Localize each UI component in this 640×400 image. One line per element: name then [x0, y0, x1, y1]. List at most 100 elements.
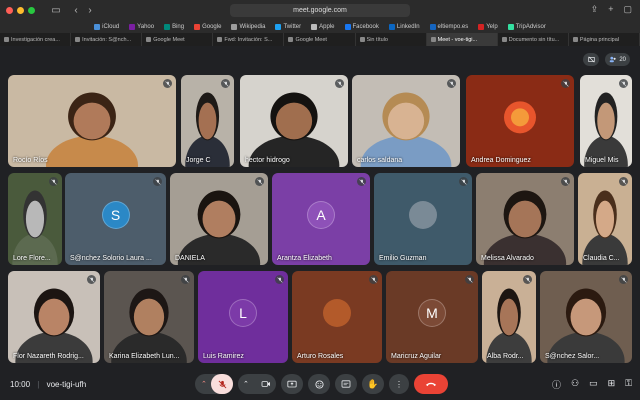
- participant-tile[interactable]: Lore Flore...: [8, 173, 62, 265]
- hide-tile-button[interactable]: [583, 53, 600, 66]
- bookmark-item[interactable]: Bing: [164, 23, 185, 30]
- more-options-button[interactable]: ⋮: [389, 374, 409, 394]
- participant-tile[interactable]: Alba Rodr...: [482, 271, 536, 363]
- sidebar-toggle-icon[interactable]: ▭: [49, 3, 63, 17]
- muted-indicator: [619, 177, 628, 186]
- close-window-button[interactable]: [6, 6, 13, 14]
- participant-tile[interactable]: M Maricruz Aguilar: [386, 271, 478, 363]
- muted-indicator: [619, 275, 628, 284]
- mic-off-icon: [182, 276, 189, 283]
- raise-hand-button[interactable]: ✋: [362, 374, 384, 394]
- present-button[interactable]: [281, 374, 303, 394]
- participant-tile[interactable]: S@nchez Salor...: [540, 271, 632, 363]
- tab-overview-icon[interactable]: ▢: [623, 4, 632, 15]
- participant-tile[interactable]: Andrea Dominguez: [466, 75, 574, 167]
- bookmark-item[interactable]: LinkedIn: [388, 23, 420, 30]
- people-icon: [610, 56, 616, 63]
- share-icon[interactable]: ⇪: [591, 4, 599, 15]
- participants-badge[interactable]: 20: [605, 53, 630, 66]
- browser-tab[interactable]: Investigación crea...: [0, 33, 72, 46]
- bookmark-item[interactable]: Twitter: [275, 23, 301, 30]
- participant-video: [177, 190, 261, 265]
- browser-tab[interactable]: Sin título: [356, 33, 427, 46]
- participant-tile[interactable]: Miguel Mis: [580, 75, 632, 167]
- browser-tab[interactable]: Google Meet: [284, 33, 356, 46]
- participant-tile[interactable]: Jorge C: [181, 75, 234, 167]
- meeting-details-icon[interactable]: ⓘ: [552, 378, 561, 391]
- host-controls-icon[interactable]: ⚿: [625, 378, 632, 391]
- bookmark-icon: [194, 23, 201, 30]
- browser-tab[interactable]: Google Meet: [142, 33, 214, 46]
- activities-icon[interactable]: ⊞: [608, 378, 616, 391]
- bookmark-item[interactable]: Yelp: [478, 23, 498, 30]
- meeting-code: voe-tigi-ufh: [46, 380, 87, 389]
- tab-label: Meet - voe-tigi...: [437, 36, 478, 43]
- participant-tile[interactable]: Flor Nazareth Rodrig...: [8, 271, 100, 363]
- microphone-button[interactable]: [211, 374, 233, 394]
- participant-tile[interactable]: Arturo Rosales: [292, 271, 382, 363]
- mic-off-icon: [50, 178, 57, 185]
- minimize-window-button[interactable]: [17, 6, 24, 14]
- participant-tile[interactable]: carlos saldana: [352, 75, 460, 167]
- bookmark-icon: [275, 23, 282, 30]
- browser-tab[interactable]: Página principal: [569, 33, 640, 46]
- maximize-window-button[interactable]: [28, 6, 35, 14]
- bookmark-icon: [129, 23, 136, 30]
- participant-tile[interactable]: Melissa Alvarado: [476, 173, 574, 265]
- bookmark-item[interactable]: Facebook: [344, 23, 379, 30]
- bookmark-label: Bing: [172, 23, 185, 30]
- participant-tile[interactable]: DANIELA: [170, 173, 268, 265]
- captions-icon: [341, 380, 351, 388]
- people-panel-icon[interactable]: ⚇: [571, 378, 579, 391]
- participant-avatar: [409, 201, 437, 230]
- bookmark-item[interactable]: Wikipedia: [231, 23, 265, 30]
- participant-name: Miguel Mis: [585, 157, 619, 164]
- back-icon[interactable]: ‹: [69, 3, 83, 17]
- participant-tile[interactable]: S S@nchez Solorio Laura ...: [65, 173, 166, 265]
- participant-video: [46, 92, 138, 167]
- browser-tab[interactable]: Invitación: S@nch...: [71, 33, 143, 46]
- forward-icon[interactable]: ›: [83, 3, 97, 17]
- camera-icon[interactable]: [261, 380, 271, 388]
- mic-off-icon: [256, 178, 263, 185]
- participant-video: [582, 190, 628, 265]
- camera-options-chevron-icon[interactable]: ⌃: [243, 380, 249, 388]
- participant-tile[interactable]: A Arantza Elizabeth: [272, 173, 370, 265]
- mic-off-icon: [562, 178, 569, 185]
- tab-favicon-icon: [501, 37, 507, 42]
- bookmark-icon: [388, 23, 395, 30]
- mic-off-icon: [620, 178, 627, 185]
- participant-name: Jorge C: [186, 157, 211, 164]
- bookmark-item[interactable]: Yahoo: [129, 23, 154, 30]
- bookmark-item[interactable]: Google: [194, 23, 221, 30]
- participant-tile[interactable]: L Luis Ramirez: [198, 271, 288, 363]
- mic-options-chevron-icon[interactable]: ⌃: [201, 380, 207, 388]
- participant-name: Rocío Ríos: [13, 157, 48, 164]
- captions-button[interactable]: [335, 374, 357, 394]
- new-tab-icon[interactable]: +: [608, 4, 613, 15]
- participant-tile[interactable]: Emilio Guzman: [374, 173, 472, 265]
- bookmark-item[interactable]: TripAdvisor: [507, 23, 546, 30]
- browser-tab[interactable]: Documento sin títu...: [498, 33, 569, 46]
- mic-off-icon: [222, 80, 229, 87]
- address-bar[interactable]: meet.google.com: [230, 4, 410, 17]
- participant-tile[interactable]: Claudia C...: [578, 173, 632, 265]
- participant-tile[interactable]: Rocío Ríos: [8, 75, 176, 167]
- participant-avatar: M: [418, 299, 446, 328]
- participant-tile[interactable]: Karina Elizabeth Lun...: [104, 271, 194, 363]
- chat-icon[interactable]: ▭: [589, 378, 598, 391]
- leave-call-button[interactable]: [414, 374, 448, 394]
- bookmark-item[interactable]: iCloud: [94, 23, 119, 30]
- bookmark-label: eltiempo.es: [437, 23, 469, 30]
- participant-tile[interactable]: hector hidrogo: [240, 75, 348, 167]
- browser-tab[interactable]: Meet - voe-tigi...: [426, 33, 498, 46]
- mic-off-icon: [620, 80, 627, 87]
- reactions-button[interactable]: [308, 374, 330, 394]
- muted-indicator: [561, 79, 570, 88]
- emoji-icon: [314, 379, 324, 389]
- muted-indicator: [49, 177, 58, 186]
- tab-favicon-icon: [430, 37, 436, 42]
- browser-tab[interactable]: Fwd: Invitación: S...: [213, 33, 285, 46]
- bookmark-item[interactable]: Apple: [311, 23, 335, 30]
- bookmark-item[interactable]: eltiempo.es: [429, 23, 469, 30]
